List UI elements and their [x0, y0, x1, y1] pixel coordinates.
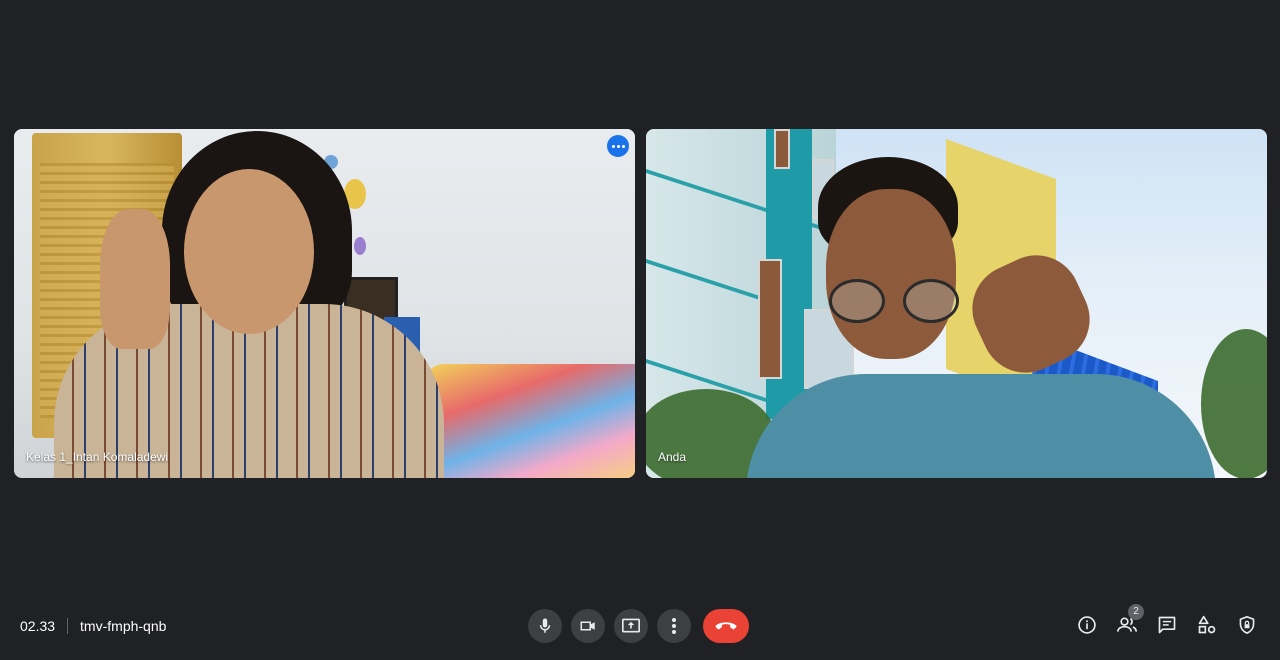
camera-icon: [579, 617, 597, 635]
activities-button[interactable]: [1196, 612, 1218, 638]
camera-button[interactable]: [571, 609, 605, 643]
bottom-control-bar: 02.33 tmv-fmph-qnb 2: [0, 600, 1280, 660]
present-screen-button[interactable]: [614, 609, 648, 643]
info-icon: [1077, 615, 1097, 635]
chat-icon: [1157, 615, 1177, 635]
meeting-code: tmv-fmph-qnb: [80, 618, 167, 634]
tile-more-options-button[interactable]: [607, 135, 629, 157]
host-controls-button[interactable]: [1236, 612, 1258, 638]
end-call-icon: [715, 620, 737, 632]
meeting-tools: 2: [1076, 604, 1258, 638]
divider: [67, 618, 69, 634]
participant-name: Kelas 1_Intan Komaladewi: [26, 450, 169, 464]
more-options-button[interactable]: [657, 609, 691, 643]
people-count-badge: 2: [1128, 604, 1144, 620]
participant-video: [14, 129, 635, 478]
participant-name: Anda: [658, 450, 687, 464]
meeting-details-button[interactable]: [1076, 612, 1098, 638]
participant-tile-intan[interactable]: Kelas 1_Intan Komaladewi: [14, 129, 635, 478]
leave-call-button[interactable]: [703, 609, 749, 643]
present-screen-icon: [621, 617, 641, 635]
meeting-time: 02.33: [20, 618, 56, 634]
chat-button[interactable]: [1156, 612, 1178, 638]
meeting-details: 02.33 tmv-fmph-qnb: [20, 618, 166, 634]
microphone-button[interactable]: [528, 609, 562, 643]
activities-icon: [1197, 615, 1217, 635]
video-stage: Kelas 1_Intan Komaladewi Anda: [0, 0, 1280, 600]
host-controls-icon: [1238, 615, 1256, 635]
people-button[interactable]: 2: [1116, 604, 1144, 638]
participant-video: [646, 129, 1267, 478]
microphone-icon: [536, 617, 554, 635]
call-controls: [528, 609, 749, 643]
more-options-icon: [671, 617, 677, 635]
participant-tile-self[interactable]: Anda: [646, 129, 1267, 478]
